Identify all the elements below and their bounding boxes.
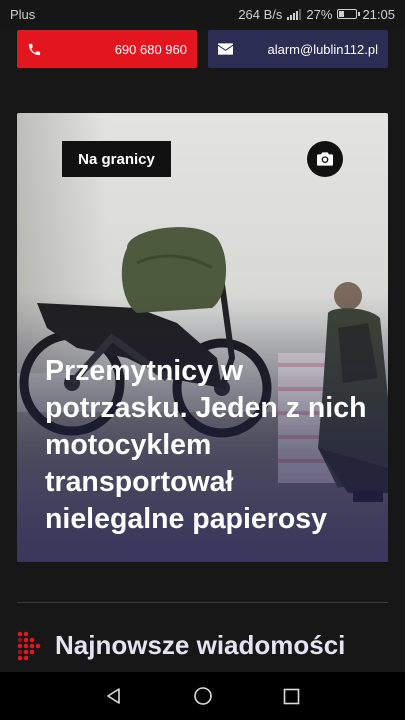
phone-button[interactable]: 690 680 960 <box>17 30 197 68</box>
category-badge[interactable]: Na granicy <box>62 141 171 177</box>
battery-percent: 27% <box>306 6 333 22</box>
network-speed: 264 B/s <box>238 6 283 22</box>
gallery-button[interactable] <box>307 141 343 177</box>
section-title: Najnowsze wiadomości <box>55 630 346 660</box>
phone-icon <box>28 43 41 55</box>
email-address: alarm@lublin112.pl <box>267 41 378 57</box>
carrier-label: Plus <box>10 6 36 22</box>
system-nav-bar <box>0 672 405 720</box>
phone-number: 690 680 960 <box>114 41 187 57</box>
back-icon[interactable] <box>105 687 123 705</box>
status-bar: Plus 264 B/s 27% 21:05 <box>0 0 405 28</box>
recents-icon[interactable] <box>283 688 300 705</box>
envelope-icon <box>218 43 233 55</box>
featured-article-card[interactable]: Na granicy Przemytnicy w potrzasku. Jede… <box>17 113 388 562</box>
arrow-dots-icon <box>17 631 41 660</box>
status-indicators: 264 B/s 27% 21:05 <box>238 7 395 22</box>
section-divider <box>17 602 388 603</box>
email-button[interactable]: alarm@lublin112.pl <box>208 30 388 68</box>
clock: 21:05 <box>362 6 395 22</box>
signal-icon <box>287 8 302 20</box>
camera-icon <box>317 152 333 166</box>
latest-news-heading: Najnowsze wiadomości <box>17 630 345 661</box>
home-icon[interactable] <box>193 686 213 706</box>
battery-icon <box>337 9 361 19</box>
article-headline[interactable]: Przemytnicy w potrzasku. Jeden z nich mo… <box>45 353 375 538</box>
